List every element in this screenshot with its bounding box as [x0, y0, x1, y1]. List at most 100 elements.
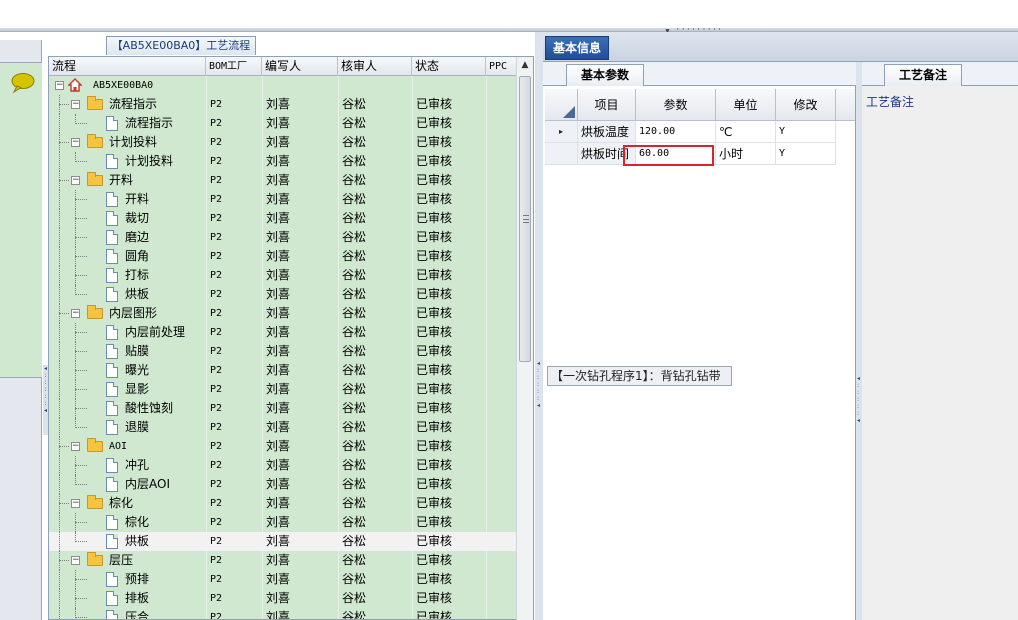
tree-row[interactable]: − AOI P2 刘喜 谷松 已审核 [49, 437, 519, 456]
center-splitter-handle[interactable]: ◂::::: ◂ [537, 360, 541, 430]
param-item-cell[interactable]: 烘板温度 [578, 121, 636, 143]
center-splitter[interactable] [535, 32, 543, 620]
tree-row[interactable]: 磨边 P2 刘喜 谷松 已审核 [49, 228, 519, 247]
tree-row[interactable]: 流程指示 P2 刘喜 谷松 已审核 [49, 114, 519, 133]
tree-row[interactable]: 内层前处理 P2 刘喜 谷松 已审核 [49, 323, 519, 342]
scroll-thumb[interactable] [519, 76, 531, 362]
tab-basic-params[interactable]: 基本参数 [566, 64, 644, 86]
reviewer-cell: 谷松 [342, 553, 367, 567]
writer-cell: 刘喜 [266, 420, 291, 434]
tree-node-label: 冲孔 [125, 458, 150, 472]
document-icon [106, 572, 118, 587]
tree-row[interactable]: − 计划投料 P2 刘喜 谷松 已审核 [49, 133, 519, 152]
collapse-toggle-icon[interactable]: − [71, 309, 80, 318]
writer-cell: 刘喜 [266, 268, 291, 282]
document-icon [106, 458, 118, 473]
tree-row[interactable]: − 开料 P2 刘喜 谷松 已审核 [49, 171, 519, 190]
folder-icon [87, 552, 103, 566]
document-icon [106, 116, 118, 131]
tree-row[interactable]: 贴膜 P2 刘喜 谷松 已审核 [49, 342, 519, 361]
col-header-bom-factory[interactable]: BOM工厂 [206, 57, 262, 76]
collapse-toggle-icon[interactable]: − [71, 100, 80, 109]
collapse-toggle-icon[interactable]: − [71, 176, 80, 185]
right-splitter-handle[interactable]: ◂::::: ◂ [857, 375, 861, 445]
tree-row[interactable]: 裁切 P2 刘喜 谷松 已审核 [49, 209, 519, 228]
tree-row[interactable]: 显影 P2 刘喜 谷松 已审核 [49, 380, 519, 399]
status-cell: 已审核 [416, 344, 453, 358]
folder-icon [87, 305, 103, 319]
collapse-toggle-icon[interactable]: − [71, 556, 80, 565]
tree-row[interactable]: 打标 P2 刘喜 谷松 已审核 [49, 266, 519, 285]
tree-node-label: 曝光 [125, 363, 150, 377]
writer-cell: 刘喜 [266, 135, 291, 149]
collapse-toggle-icon[interactable]: − [71, 138, 80, 147]
grid-corner[interactable] [545, 89, 578, 121]
tree-row[interactable]: 烘板 P2 刘喜 谷松 已审核 [49, 285, 519, 304]
tree-row[interactable]: − 内层图形 P2 刘喜 谷松 已审核 [49, 304, 519, 323]
tab-process-notes[interactable]: 工艺备注 [884, 64, 962, 86]
tree-vertical-scrollbar[interactable]: ▲ [516, 57, 533, 620]
tree-node-label: 圆角 [125, 249, 150, 263]
grid-header-item[interactable]: 项目 [578, 89, 636, 121]
collapse-toggle-icon[interactable]: − [71, 442, 80, 451]
col-header-status[interactable]: 状态 [412, 57, 486, 76]
col-header-reviewer[interactable]: 核审人 [338, 57, 412, 76]
reviewer-cell: 谷松 [342, 591, 367, 605]
tab-basic-info[interactable]: 基本信息 [545, 36, 609, 60]
tree-row[interactable]: − 层压 P2 刘喜 谷松 已审核 [49, 551, 519, 570]
grid-header-modify[interactable]: 修改 [776, 89, 836, 121]
reviewer-cell: 谷松 [342, 477, 367, 491]
process-tree-grid: 流程 BOM工厂 编写人 核审人 状态 PPC − AB5XE00BA0 − 流程指示… [48, 56, 534, 620]
tree-row[interactable]: − 棕化 P2 刘喜 谷松 已审核 [49, 494, 519, 513]
param-modify-cell[interactable]: Y [776, 143, 836, 165]
reviewer-cell: 谷松 [342, 211, 367, 225]
drill-program-tooltip: 【一次钻孔程序1】：背钻孔钻带 [547, 366, 732, 386]
tree-row[interactable]: 烘板 P2 刘喜 谷松 已审核 [49, 532, 519, 551]
tree-row[interactable]: 棕化 P2 刘喜 谷松 已审核 [49, 513, 519, 532]
tree-row[interactable]: 酸性蚀刻 P2 刘喜 谷松 已审核 [49, 399, 519, 418]
param-unit-cell[interactable]: 小时 [716, 143, 776, 165]
param-modify-cell[interactable]: Y [776, 121, 836, 143]
tree-row[interactable]: 冲孔 P2 刘喜 谷松 已审核 [49, 456, 519, 475]
grid-header-value[interactable]: 参数 [636, 89, 716, 121]
tree-row[interactable]: − 流程指示 P2 刘喜 谷松 已审核 [49, 95, 519, 114]
row-indicator[interactable] [545, 143, 578, 165]
writer-cell: 刘喜 [266, 553, 291, 567]
tree-row[interactable]: 计划投料 P2 刘喜 谷松 已审核 [49, 152, 519, 171]
tree-connector [59, 104, 69, 105]
tree-row[interactable]: 开料 P2 刘喜 谷松 已审核 [49, 190, 519, 209]
tree-connector [59, 570, 60, 589]
param-value-cell[interactable]: 120.00 [636, 121, 716, 143]
tree-connector [75, 256, 87, 257]
bom-factory-cell: P2 [210, 251, 223, 262]
tree-row[interactable]: 内层AOI P2 刘喜 谷松 已审核 [49, 475, 519, 494]
col-header-ppc[interactable]: PPC [486, 57, 519, 76]
col-header-writer[interactable]: 编写人 [262, 57, 338, 76]
collapse-toggle-icon[interactable]: − [55, 81, 64, 90]
grid-header-unit[interactable]: 单位 [716, 89, 776, 121]
param-unit-cell[interactable]: ℃ [716, 121, 776, 143]
col-header-process[interactable]: 流程 [49, 57, 206, 76]
status-cell: 已审核 [416, 116, 453, 130]
speech-bubble-icon[interactable] [10, 72, 36, 94]
document-icon [106, 610, 118, 619]
tree-row[interactable]: 压合 P2 刘喜 谷松 已审核 [49, 608, 519, 619]
tree-row[interactable]: − AB5XE00BA0 [49, 76, 519, 95]
tree-connector [59, 285, 60, 304]
bom-factory-cell: P2 [210, 574, 223, 585]
tree-row[interactable]: 曝光 P2 刘喜 谷松 已审核 [49, 361, 519, 380]
tree-row[interactable]: 退膜 P2 刘喜 谷松 已审核 [49, 418, 519, 437]
document-icon [106, 325, 118, 340]
folder-icon [87, 96, 103, 110]
tree-row[interactable]: 排板 P2 刘喜 谷松 已审核 [49, 589, 519, 608]
tree-connector [75, 456, 76, 475]
writer-cell: 刘喜 [266, 154, 291, 168]
scroll-up-arrow-icon[interactable]: ▲ [517, 57, 533, 74]
collapse-toggle-icon[interactable]: − [71, 499, 80, 508]
row-indicator[interactable]: ▸ [545, 121, 578, 143]
document-icon [106, 230, 118, 245]
tree-row[interactable]: 圆角 P2 刘喜 谷松 已审核 [49, 247, 519, 266]
tree-row[interactable]: 预排 P2 刘喜 谷松 已审核 [49, 570, 519, 589]
tree-node-label: 棕化 [125, 515, 150, 529]
process-flow-tab[interactable]: 【AB5XE00BA0】工艺流程 [106, 36, 256, 55]
